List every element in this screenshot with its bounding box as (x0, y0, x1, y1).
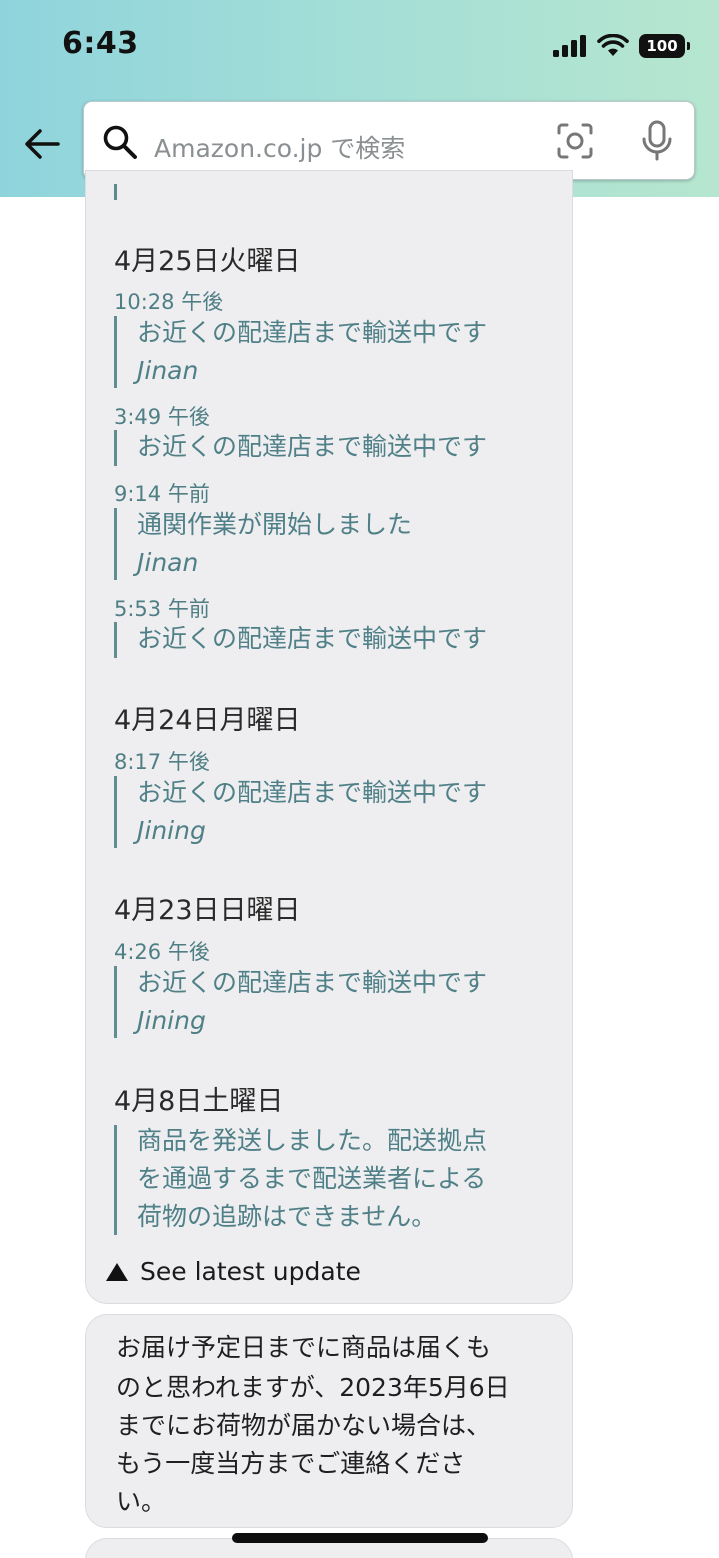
event-description-line: 商品を発送しました。配送拠点 (137, 1126, 488, 1155)
event-location: Jining (137, 1006, 206, 1035)
search-placeholder: Amazon.co.jp で検索 (154, 134, 406, 163)
event-time: 4:26 午後 (114, 940, 210, 964)
event-description: 通関作業が開始しました (137, 510, 413, 539)
event-location: Jining (137, 816, 206, 845)
message-line: のと思われますが、2023年5月6日 (116, 1373, 510, 1402)
wifi-icon (597, 34, 629, 56)
event-location: Jinan (137, 356, 199, 385)
see-latest-update-button[interactable]: See latest update (106, 1257, 361, 1286)
timeline-bar (114, 966, 117, 1038)
status-icons: 100 (553, 34, 690, 58)
event-time: 8:17 午後 (114, 750, 210, 774)
camera-scan-icon[interactable] (556, 122, 594, 160)
see-latest-update-label: See latest update (140, 1257, 361, 1286)
timeline-bar (114, 184, 117, 200)
timeline-bar (114, 508, 117, 580)
status-time: 6:43 (62, 26, 139, 61)
event-description-line: 荷物の追跡はできません。 (137, 1202, 437, 1231)
timeline-bar (114, 776, 117, 848)
home-indicator[interactable] (232, 1533, 488, 1543)
message-line: もう一度当方までご連絡くださ (116, 1449, 466, 1478)
event-description: お近くの配達店まで輸送中です (137, 318, 488, 347)
event-description: お近くの配達店まで輸送中です (137, 968, 488, 997)
event-description-line: を通過するまで配送業者による (137, 1164, 487, 1193)
date-heading: 4月24日月曜日 (114, 705, 301, 736)
event-time: 10:28 午後 (114, 290, 224, 314)
back-arrow-icon[interactable] (22, 124, 62, 164)
cellular-signal-icon (553, 35, 586, 57)
search-icon (103, 125, 137, 159)
event-description: お近くの配達店まで輸送中です (137, 432, 488, 461)
event-time: 9:14 午前 (114, 482, 210, 506)
message-line: までにお荷物が届かない場合は、 (116, 1411, 492, 1440)
battery-icon: 100 (639, 34, 690, 58)
date-heading: 4月25日火曜日 (114, 246, 301, 277)
event-description: お近くの配達店まで輸送中です (137, 778, 488, 807)
battery-level: 100 (646, 37, 678, 55)
timeline-bar (114, 1125, 117, 1235)
event-time: 3:49 午後 (114, 405, 210, 429)
timeline-bar (114, 430, 117, 466)
search-input[interactable]: Amazon.co.jp で検索 (83, 101, 695, 180)
microphone-icon[interactable] (640, 120, 674, 162)
status-bar: 6:43 100 (0, 0, 719, 90)
timeline-bar (114, 316, 117, 388)
event-location: Jinan (137, 548, 199, 577)
event-time: 5:53 午前 (114, 597, 210, 621)
message-line: お届け予定日までに商品は届くも (116, 1333, 492, 1362)
triangle-up-icon (106, 1262, 128, 1281)
message-line: い。 (116, 1487, 167, 1516)
date-heading: 4月23日日曜日 (114, 895, 301, 926)
event-description: お近くの配達店まで輸送中です (137, 624, 488, 653)
date-heading: 4月8日土曜日 (114, 1086, 284, 1117)
timeline-bar (114, 622, 117, 658)
